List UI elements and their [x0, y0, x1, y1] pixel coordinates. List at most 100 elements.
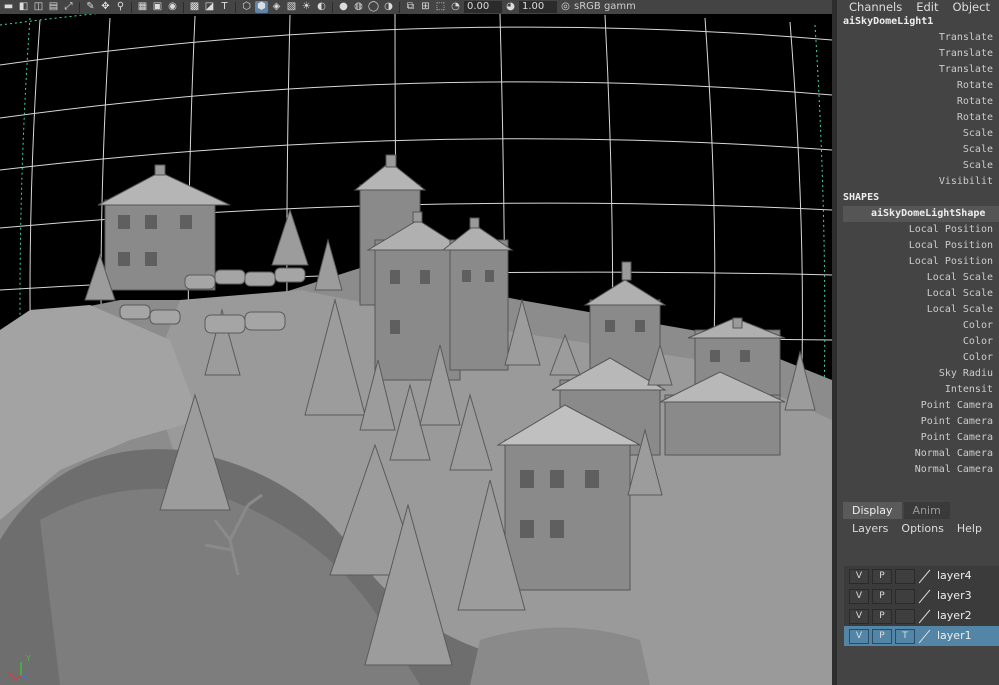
visibility-toggle[interactable]: V	[849, 608, 869, 624]
field-chart-icon[interactable]: ▩	[188, 1, 201, 13]
camera-attributes-icon[interactable]: ◧	[17, 1, 30, 13]
resolution-gate-icon[interactable]: ◉	[166, 1, 179, 13]
exposure-adjust-icon[interactable]: ◔	[449, 1, 462, 13]
display-type-toggle[interactable]	[895, 568, 915, 584]
image-plane-icon[interactable]: ▤	[47, 1, 60, 13]
isolate-select-icon[interactable]: ⧉	[404, 1, 417, 13]
channel-box-menu: Channels Edit Object	[837, 0, 999, 14]
tab-display[interactable]: Display	[843, 502, 902, 519]
attr-local-position-x[interactable]: Local Position	[837, 222, 999, 238]
exposure-icon[interactable]: ⬚	[434, 1, 447, 13]
toolbar-separator	[399, 1, 400, 13]
attr-rotate-y[interactable]: Rotate	[837, 94, 999, 110]
attr-color-r[interactable]: Color	[837, 318, 999, 334]
menu-help[interactable]: Help	[957, 522, 982, 536]
tab-anim[interactable]: Anim	[903, 502, 950, 519]
smooth-shade-icon[interactable]: ⬢	[255, 1, 268, 13]
wireframe-on-shaded-icon[interactable]: ◈	[270, 1, 283, 13]
safe-title-icon[interactable]: T	[218, 1, 231, 13]
playback-toggle[interactable]: P	[872, 628, 892, 644]
xray-active-icon[interactable]: ◍	[352, 1, 365, 13]
viewport-scene[interactable]	[0, 0, 832, 685]
attr-local-position-z[interactable]: Local Position	[837, 254, 999, 270]
color-management-icon[interactable]: ◎	[559, 1, 572, 13]
brush-icon[interactable]: ⚲	[114, 1, 127, 13]
layer-type-icon	[918, 609, 932, 623]
two-d-pan-icon[interactable]: ⤢	[62, 1, 75, 13]
layer-row-layer4[interactable]: V P layer4	[844, 566, 999, 586]
textured-icon[interactable]: ▧	[285, 1, 298, 13]
layer-editor: Display Anim Layers Options Help V P lay…	[837, 496, 999, 685]
motion-blur-icon[interactable]: ◑	[382, 1, 395, 13]
attr-color-b[interactable]: Color	[837, 350, 999, 366]
display-type-toggle[interactable]	[895, 588, 915, 604]
menu-edit[interactable]: Edit	[916, 0, 938, 14]
attr-visibility[interactable]: Visibilit	[837, 174, 999, 190]
attr-rotate-x[interactable]: Rotate	[837, 78, 999, 94]
attr-point-camera-y[interactable]: Point Camera	[837, 414, 999, 430]
attr-color-g[interactable]: Color	[837, 334, 999, 350]
visibility-toggle[interactable]: V	[849, 568, 869, 584]
display-type-toggle[interactable]	[895, 608, 915, 624]
film-gate-icon[interactable]: ▣	[151, 1, 164, 13]
safe-action-icon[interactable]: ◪	[203, 1, 216, 13]
bookmark-icon[interactable]: ◫	[32, 1, 45, 13]
layer-row-layer3[interactable]: V P layer3	[844, 586, 999, 606]
attr-rotate-z[interactable]: Rotate	[837, 110, 999, 126]
attr-translate-y[interactable]: Translate	[837, 46, 999, 62]
view-transform-label[interactable]: sRGB gamm	[574, 1, 636, 13]
hud-icon[interactable]: ⊞	[419, 1, 432, 13]
attr-local-scale-x[interactable]: Local Scale	[837, 270, 999, 286]
layer-type-icon	[918, 589, 932, 603]
display-type-toggle[interactable]: T	[895, 628, 915, 644]
attr-scale-y[interactable]: Scale	[837, 142, 999, 158]
attr-translate-x[interactable]: Translate	[837, 30, 999, 46]
playback-toggle[interactable]: P	[872, 568, 892, 584]
gamma-field[interactable]: 1.00	[519, 1, 557, 13]
visibility-toggle[interactable]: V	[849, 628, 869, 644]
ambient-occlusion-icon[interactable]: ◯	[367, 1, 380, 13]
layer-name[interactable]: layer2	[937, 609, 972, 623]
shadows-icon[interactable]: ◐	[315, 1, 328, 13]
menu-layers[interactable]: Layers	[852, 522, 888, 536]
visibility-toggle[interactable]: V	[849, 588, 869, 604]
playback-toggle[interactable]: P	[872, 588, 892, 604]
grease-pencil-icon[interactable]: ✎	[84, 1, 97, 13]
shape-name[interactable]: aiSkyDomeLightShape	[843, 206, 999, 222]
exposure-field[interactable]: 0.00	[464, 1, 502, 13]
wireframe-icon[interactable]: ⬡	[240, 1, 253, 13]
playback-toggle[interactable]: P	[872, 608, 892, 624]
menu-object[interactable]: Object	[953, 0, 990, 14]
attr-translate-z[interactable]: Translate	[837, 62, 999, 78]
lights-icon[interactable]: ☀	[300, 1, 313, 13]
viewport-toolbar: ▬ ◧ ◫ ▤ ⤢ ✎ ✥ ⚲ ▦ ▣ ◉ ▩ ◪ T ⬡ ⬢ ◈ ▧ ☀ ◐ …	[0, 0, 832, 14]
menu-channels[interactable]: Channels	[849, 0, 902, 14]
toolbar-separator	[183, 1, 184, 13]
select-camera-icon[interactable]: ▬	[2, 1, 15, 13]
grid-icon[interactable]: ▦	[136, 1, 149, 13]
attr-point-camera-z[interactable]: Point Camera	[837, 430, 999, 446]
pan-zoom-icon[interactable]: ✥	[99, 1, 112, 13]
layer-name[interactable]: layer4	[937, 569, 972, 583]
layer-name[interactable]: layer1	[937, 629, 972, 643]
attr-scale-z[interactable]: Scale	[837, 158, 999, 174]
attr-intensity[interactable]: Intensit	[837, 382, 999, 398]
layer-name[interactable]: layer3	[937, 589, 972, 603]
toolbar-separator	[131, 1, 132, 13]
layer-type-icon	[918, 629, 932, 643]
node-name[interactable]: aiSkyDomeLight1	[837, 14, 999, 30]
attr-local-position-y[interactable]: Local Position	[837, 238, 999, 254]
attr-sky-radius[interactable]: Sky Radiu	[837, 366, 999, 382]
attr-normal-camera-y[interactable]: Normal Camera	[837, 462, 999, 478]
gamma-icon[interactable]: ◕	[504, 1, 517, 13]
xray-icon[interactable]: ●	[337, 1, 350, 13]
attr-scale-x[interactable]: Scale	[837, 126, 999, 142]
attr-point-camera-x[interactable]: Point Camera	[837, 398, 999, 414]
layer-row-layer2[interactable]: V P layer2	[844, 606, 999, 626]
attr-local-scale-y[interactable]: Local Scale	[837, 286, 999, 302]
attr-local-scale-z[interactable]: Local Scale	[837, 302, 999, 318]
attr-normal-camera-x[interactable]: Normal Camera	[837, 446, 999, 462]
viewport-panel[interactable]: Y X	[0, 0, 832, 685]
layer-row-layer1[interactable]: V P T layer1	[844, 626, 999, 646]
menu-options[interactable]: Options	[901, 522, 943, 536]
